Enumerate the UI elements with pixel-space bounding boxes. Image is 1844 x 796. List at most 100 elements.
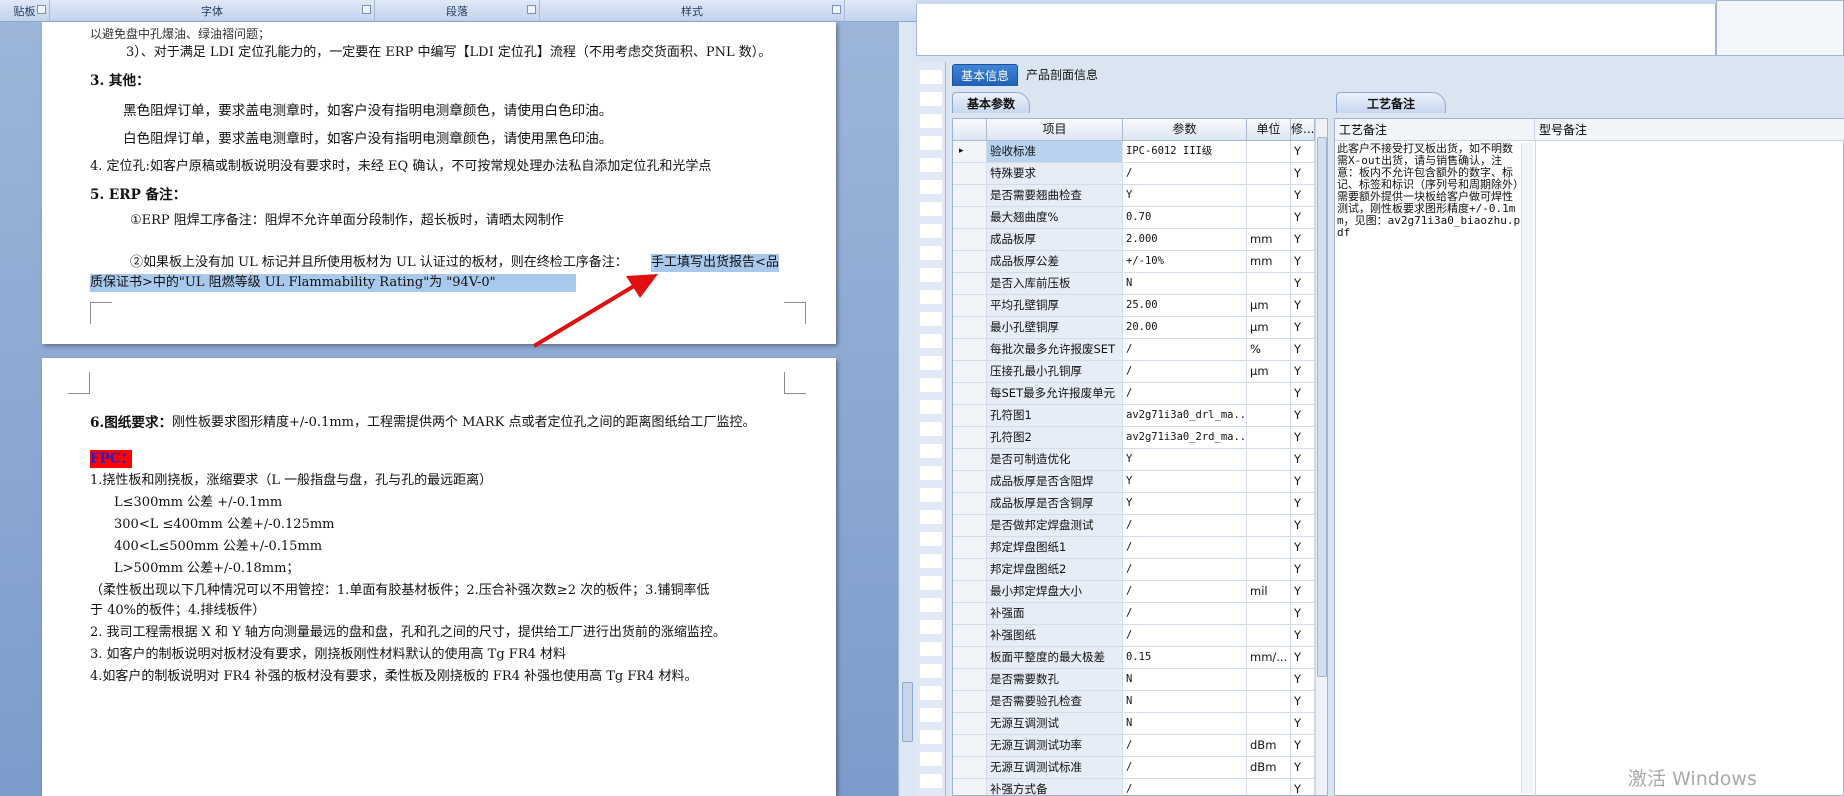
cell-unit[interactable] [1247, 383, 1291, 405]
cell-modify[interactable]: Y [1291, 713, 1315, 735]
cell-modify[interactable]: Y [1291, 559, 1315, 581]
cell-param[interactable]: 0.15 [1123, 647, 1247, 669]
grid-row[interactable]: 每批次最多允许报废SET /% Y [953, 339, 1327, 361]
row-indicator[interactable] [953, 405, 987, 427]
cell-unit[interactable]: mil [1247, 581, 1291, 603]
col-header-item[interactable]: 项目 [987, 119, 1123, 141]
row-indicator[interactable] [953, 361, 987, 383]
cell-item[interactable]: 邦定焊盘图纸2 [987, 559, 1123, 581]
row-indicator[interactable] [953, 581, 987, 603]
cell-item[interactable]: 平均孔壁铜厚 [987, 295, 1123, 317]
cell-unit[interactable] [1247, 185, 1291, 207]
row-indicator[interactable] [953, 251, 987, 273]
grid-row[interactable]: 无源互调测试标准 / dBm Y [953, 757, 1327, 779]
cell-unit[interactable]: dBm [1247, 757, 1291, 779]
grid-row[interactable]: 成品板厚是否含铜厚 Y Y [953, 493, 1327, 515]
cell-unit[interactable] [1247, 537, 1291, 559]
cell-param[interactable]: Y [1123, 493, 1247, 515]
row-indicator[interactable] [953, 757, 987, 779]
row-indicator[interactable] [953, 471, 987, 493]
cell-modify[interactable]: Y [1291, 383, 1315, 405]
cell-param[interactable]: N [1123, 713, 1247, 735]
row-indicator[interactable] [953, 383, 987, 405]
cell-param[interactable]: / [1123, 339, 1247, 361]
row-indicator[interactable] [953, 625, 987, 647]
grid-row[interactable]: 邦定焊盘图纸2/ Y [953, 559, 1327, 581]
cell-item[interactable]: 是否可制造优化 [987, 449, 1123, 471]
cell-item[interactable]: 成品板厚公差 [987, 251, 1123, 273]
cell-modify[interactable]: Y [1291, 757, 1315, 779]
params-grid[interactable]: 项目 参数 单位 修... ▸ 验收标准 IPC-6012 III级 Y 特殊要求 / Y 是… [952, 118, 1328, 796]
row-indicator[interactable] [953, 185, 987, 207]
row-indicator[interactable] [953, 273, 987, 295]
grid-row[interactable]: 压接孔最小孔铜厚 / μm Y [953, 361, 1327, 383]
grid-row[interactable]: 孔符图1 av2g71i3a0_drl_ma... Y [953, 405, 1327, 427]
cell-param[interactable]: Y [1123, 449, 1247, 471]
grid-row[interactable]: 无源互调测试 N Y [953, 713, 1327, 735]
grid-row[interactable]: 是否需要验孔检查 N Y [953, 691, 1327, 713]
cell-param[interactable]: Y [1123, 471, 1247, 493]
cell-item[interactable]: 最小孔壁铜厚 [987, 317, 1123, 339]
row-indicator[interactable] [953, 603, 987, 625]
cell-modify[interactable]: Y [1291, 449, 1315, 471]
col-header-param[interactable]: 参数 [1123, 119, 1247, 141]
cell-param[interactable]: / [1123, 537, 1247, 559]
ribbon-group-clipboard[interactable]: 贴板 [0, 0, 50, 22]
grid-row[interactable]: 特殊要求 / Y [953, 163, 1327, 185]
cell-modify[interactable]: Y [1291, 515, 1315, 537]
cell-item[interactable]: 特殊要求 [987, 163, 1123, 185]
grid-row[interactable]: 板面平整度的最大极差 0.15 mm/... Y [953, 647, 1327, 669]
cell-item[interactable]: 补强面 [987, 603, 1123, 625]
cell-item[interactable]: 成品板厚是否含铜厚 [987, 493, 1123, 515]
selected-text[interactable]: 手工填写出货报告<品 [651, 254, 779, 272]
cell-item[interactable]: 最大翘曲度% [987, 207, 1123, 229]
row-indicator[interactable] [953, 515, 987, 537]
subtab-process-notes[interactable]: 工艺备注 [1336, 92, 1447, 113]
cell-unit[interactable] [1247, 691, 1291, 713]
cell-modify[interactable]: Y [1291, 405, 1315, 427]
row-indicator[interactable] [953, 207, 987, 229]
grid-row[interactable]: 最小邦定焊盘大小 / mil Y [953, 581, 1327, 603]
row-indicator[interactable] [953, 713, 987, 735]
row-indicator[interactable] [953, 559, 987, 581]
ribbon-group-styles[interactable]: 样式 [540, 0, 845, 22]
cell-item[interactable]: 每SET最多允许报废单元 [987, 383, 1123, 405]
cell-unit[interactable]: mm [1247, 229, 1291, 251]
cell-unit[interactable]: % [1247, 339, 1291, 361]
cell-unit[interactable] [1247, 141, 1291, 163]
grid-row[interactable]: 最小孔壁铜厚 20.00 μm Y [953, 317, 1327, 339]
cell-param[interactable]: N [1123, 669, 1247, 691]
grid-vertical-scrollbar[interactable] [1315, 119, 1327, 795]
cell-unit[interactable] [1247, 163, 1291, 185]
cell-item[interactable]: 孔符图1 [987, 405, 1123, 427]
cell-item[interactable]: 成品板厚是否含阻焊 [987, 471, 1123, 493]
cell-param[interactable]: / [1123, 383, 1247, 405]
cell-item[interactable]: 是否需要验孔检查 [987, 691, 1123, 713]
cell-param[interactable]: +/-10% [1123, 251, 1247, 273]
cell-modify[interactable]: Y [1291, 779, 1315, 795]
cell-unit[interactable] [1247, 493, 1291, 515]
grid-row[interactable]: ▸ 验收标准 IPC-6012 III级 Y [953, 141, 1327, 163]
cell-modify[interactable]: Y [1291, 251, 1315, 273]
cell-param[interactable]: / [1123, 515, 1247, 537]
row-indicator[interactable] [953, 493, 987, 515]
row-indicator[interactable] [953, 647, 987, 669]
cell-modify[interactable]: Y [1291, 691, 1315, 713]
cell-unit[interactable] [1247, 603, 1291, 625]
grid-row[interactable]: 是否做邦定焊盘测试 / Y [953, 515, 1327, 537]
cell-param[interactable]: / [1123, 735, 1247, 757]
cell-param[interactable]: IPC-6012 III级 [1123, 141, 1247, 163]
cell-modify[interactable]: Y [1291, 427, 1315, 449]
process-note-textarea[interactable]: 此客户不接受打叉板出货，如不明数需X-out出货，请与销售确认，注意：板内不允许… [1337, 143, 1521, 793]
cell-modify[interactable]: Y [1291, 141, 1315, 163]
ribbon-group-paragraph[interactable]: 段落 [375, 0, 540, 22]
cell-item[interactable]: 无源互调测试功率 [987, 735, 1123, 757]
current-row-indicator-icon[interactable]: ▸ [953, 141, 987, 163]
cell-modify[interactable]: Y [1291, 537, 1315, 559]
cell-unit[interactable] [1247, 625, 1291, 647]
cell-item[interactable]: 补强方式备 [987, 779, 1123, 795]
row-indicator[interactable] [953, 537, 987, 559]
cell-item[interactable]: 是否需要数孔 [987, 669, 1123, 691]
cell-unit[interactable] [1247, 207, 1291, 229]
tab-profile-info[interactable]: 产品剖面信息 [1018, 64, 1106, 86]
